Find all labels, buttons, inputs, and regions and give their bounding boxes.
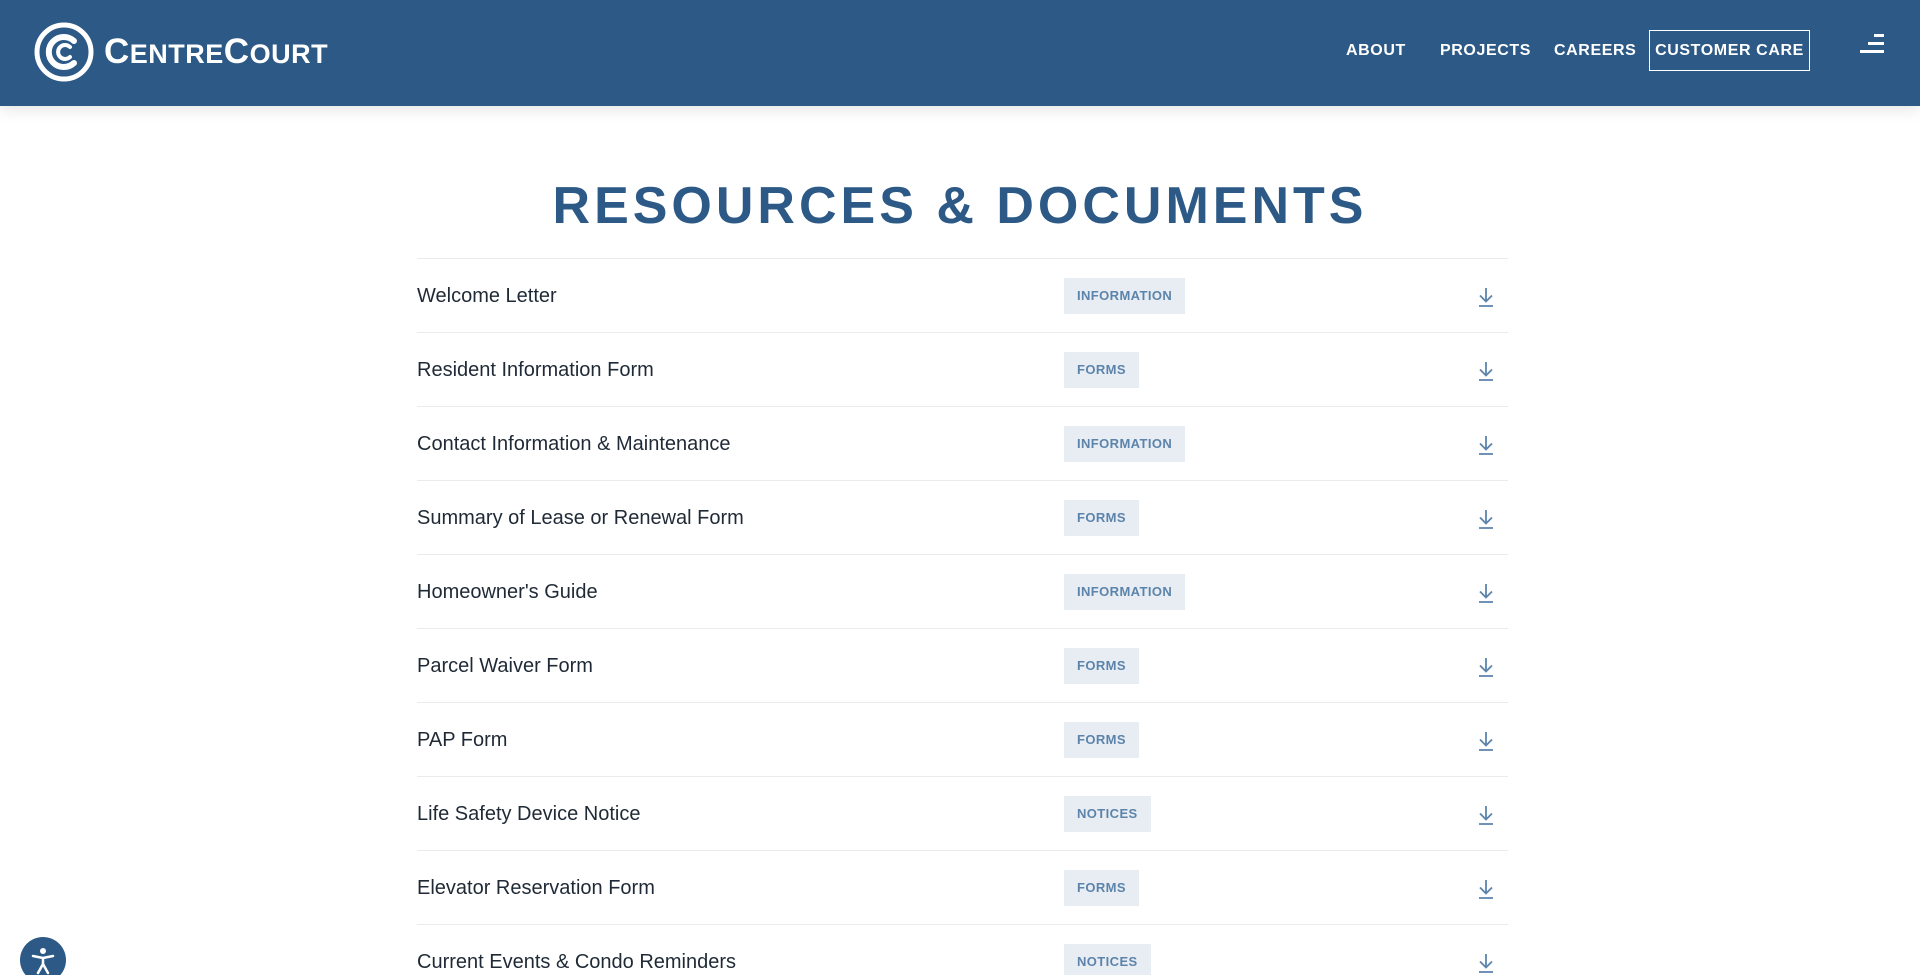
document-row: Contact Information & Maintenance INFORM… <box>417 406 1508 480</box>
document-name: Contact Information & Maintenance <box>417 433 731 455</box>
main-nav: ABOUT PROJECTS CAREERS <box>0 30 1920 71</box>
document-row: Resident Information Form FORMS <box>417 332 1508 406</box>
page-title: RESOURCES & DOCUMENTS <box>552 177 1368 235</box>
document-row: Welcome Letter INFORMATION <box>417 258 1508 332</box>
download-icon[interactable] <box>1476 286 1496 308</box>
document-category-tag: FORMS <box>1064 352 1139 388</box>
download-icon[interactable] <box>1476 360 1496 382</box>
accessibility-button[interactable] <box>20 937 66 975</box>
document-category-tag: NOTICES <box>1064 944 1151 975</box>
document-category-tag: FORMS <box>1064 870 1139 906</box>
document-row: PAP Form FORMS <box>417 702 1508 776</box>
document-row: Parcel Waiver Form FORMS <box>417 628 1508 702</box>
download-icon[interactable] <box>1476 582 1496 604</box>
nav-about[interactable]: ABOUT <box>1346 30 1406 71</box>
document-name: Resident Information Form <box>417 359 654 381</box>
document-name: Current Events & Condo Reminders <box>417 951 737 973</box>
document-category-tag: NOTICES <box>1064 796 1151 832</box>
document-name: PAP Form <box>417 729 508 751</box>
document-name: Parcel Waiver Form <box>417 655 593 677</box>
document-name: Homeowner's Guide <box>417 581 598 603</box>
nav-careers[interactable]: CAREERS <box>1554 30 1636 71</box>
document-category-tag: FORMS <box>1064 500 1139 536</box>
download-icon[interactable] <box>1476 508 1496 530</box>
document-row: Life Safety Device Notice NOTICES <box>417 776 1508 850</box>
document-category-tag: INFORMATION <box>1064 426 1186 462</box>
document-name: Summary of Lease or Renewal Form <box>417 507 744 529</box>
document-name: Elevator Reservation Form <box>417 877 655 899</box>
document-category-tag: FORMS <box>1064 648 1139 684</box>
nav-projects[interactable]: PROJECTS <box>1440 30 1531 71</box>
document-category-tag: INFORMATION <box>1064 574 1186 610</box>
document-row: Homeowner's Guide INFORMATION <box>417 554 1508 628</box>
document-row: Summary of Lease or Renewal Form FORMS <box>417 480 1508 554</box>
download-icon[interactable] <box>1476 434 1496 456</box>
download-icon[interactable] <box>1476 878 1496 900</box>
document-name: Life Safety Device Notice <box>417 803 641 825</box>
document-name: Welcome Letter <box>417 285 557 307</box>
document-category-tag: INFORMATION <box>1064 278 1186 314</box>
menu-icon <box>1860 34 1884 53</box>
document-row: Current Events & Condo Reminders NOTICES <box>417 924 1508 975</box>
document-row: Elevator Reservation Form FORMS <box>417 850 1508 924</box>
documents-list: Welcome Letter INFORMATION Resident Info… <box>417 258 1508 975</box>
download-icon[interactable] <box>1476 656 1496 678</box>
document-category-tag: FORMS <box>1064 722 1139 758</box>
menu-button[interactable] <box>1856 30 1888 58</box>
nav-customer-care-button[interactable]: CUSTOMER CARE <box>1649 30 1810 71</box>
accessibility-icon <box>31 948 55 975</box>
download-icon[interactable] <box>1476 804 1496 826</box>
site-header: CENTRECOURT ABOUT PROJECTS CAREERS CUSTO… <box>0 0 1920 106</box>
download-icon[interactable] <box>1476 730 1496 752</box>
download-icon[interactable] <box>1476 952 1496 974</box>
